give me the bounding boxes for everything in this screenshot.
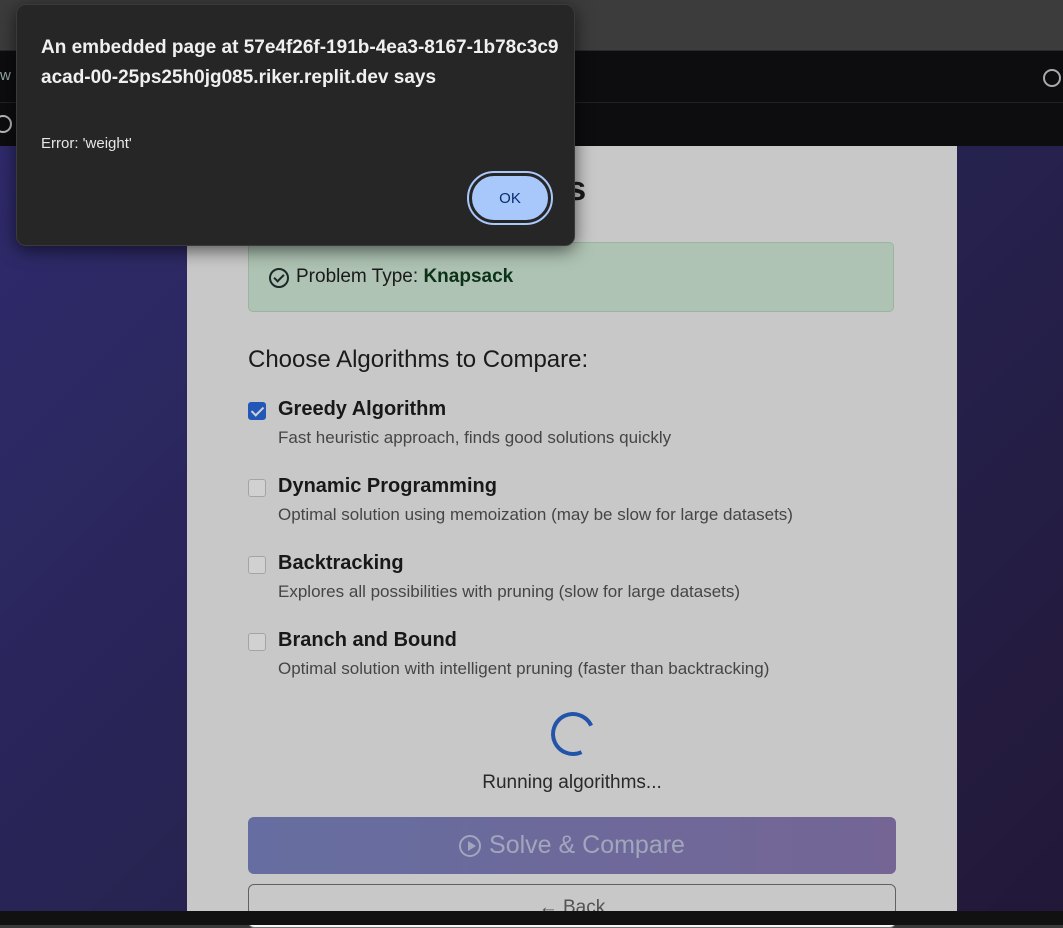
bottom-edge [0, 911, 1063, 925]
modal-backdrop [0, 146, 1063, 911]
reload-icon[interactable] [0, 115, 12, 133]
ok-button[interactable]: OK [467, 171, 553, 225]
address-fragment: w [0, 67, 11, 84]
dialog-message: Error: 'weight' [41, 135, 132, 152]
dialog-heading: An embedded page at 57e4f26f-191b-4ea3-8… [41, 37, 559, 88]
search-icon[interactable] [1043, 69, 1061, 87]
alert-dialog: An embedded page at 57e4f26f-191b-4ea3-8… [16, 4, 575, 246]
